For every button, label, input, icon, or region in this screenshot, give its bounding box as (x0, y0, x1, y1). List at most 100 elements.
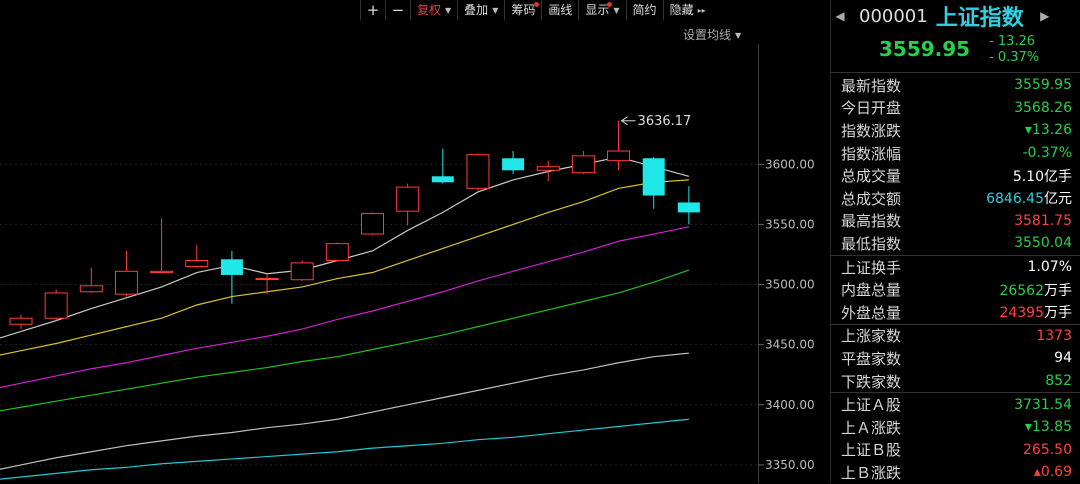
quote-row: 指数涨幅 -0.37% (831, 142, 1080, 165)
candle-body (502, 158, 525, 171)
quote-row-number: 94 (1054, 350, 1072, 367)
quote-row-label: 外盘总量 (841, 303, 902, 322)
quote-row-number: -0.37% (1022, 145, 1072, 162)
quote-row-unit: 亿元 (1044, 191, 1072, 208)
candle-body (466, 154, 490, 189)
chips-button[interactable]: 筹码 (504, 0, 541, 20)
quote-row: 上涨家数 1373 (831, 323, 1080, 348)
overlay-button[interactable]: 叠加 ▼ (457, 0, 504, 20)
quote-row-number: 26562 (999, 282, 1044, 299)
quote-row: 外盘总量 24395万手 (831, 301, 1080, 324)
quote-row: 上证Ｂ股 265.50 (831, 439, 1080, 462)
quote-row: 最低指数 3550.04 (831, 232, 1080, 255)
ma-settings-link[interactable]: 设置均线 ▼ (683, 26, 741, 43)
quote-row-unit: 万手 (1044, 305, 1072, 322)
double-chevron-right-icon: ▸▸ (697, 5, 706, 15)
quote-row: 总成交额 6846.45亿元 (831, 187, 1080, 210)
quote-row-number: 3550.04 (1014, 235, 1072, 252)
quote-row-number: ▴0.69 (1033, 464, 1072, 481)
quote-row-value: 3568.26 (1014, 100, 1072, 116)
quote-row-number: 3559.95 (1014, 77, 1072, 94)
quote-row-label: 上Ａ涨跌 (841, 418, 902, 437)
quote-row-number: 3731.54 (1014, 396, 1072, 413)
chart-toolbar: + − 复权 ▼ 叠加 ▼ 筹码 画线 显示 ▼ 简约 隐藏 ▸▸ (360, 0, 712, 20)
y-tick-label: 3500.00 (765, 278, 815, 292)
quote-row-label: 上证Ａ股 (841, 396, 902, 415)
candle-body (677, 202, 700, 213)
current-price: 3559.95 (879, 37, 971, 61)
y-tick-label: 3450.00 (765, 338, 815, 352)
display-label: 显示 (585, 3, 610, 17)
chips-label: 筹码 (511, 3, 536, 17)
quote-row-value: 5.10亿手 (1013, 166, 1072, 186)
quote-row-number: 3581.75 (1014, 212, 1072, 229)
quote-row-unit: 亿手 (1044, 168, 1072, 185)
next-stock-icon[interactable]: ▶ (1036, 9, 1054, 23)
candle-body (607, 150, 631, 162)
quote-row-label: 上涨家数 (841, 327, 902, 346)
candle-body (220, 259, 243, 275)
quote-row-value: 265.50 (1023, 442, 1072, 458)
quote-row-label: 上证Ｂ股 (841, 441, 902, 460)
stock-code: 000001 (859, 5, 928, 27)
quote-row-number: 265.50 (1023, 441, 1072, 458)
quote-row-unit: 万手 (1044, 282, 1072, 299)
quote-row-label: 总成交量 (841, 167, 902, 186)
stock-name: 上证指数 (935, 6, 1024, 31)
quote-header: ◀ 000001 上证指数 ▶ (831, 0, 1080, 32)
quote-row-value: ▾13.26 (1025, 122, 1072, 138)
quote-row-value: -0.37% (1022, 145, 1072, 161)
quote-row-value: 3731.54 (1014, 397, 1072, 413)
candle-body (642, 158, 665, 196)
candle-body (431, 176, 454, 183)
hide-button[interactable]: 隐藏 ▸▸ (662, 0, 712, 20)
zoom-out-button[interactable]: − (385, 0, 410, 20)
quote-row: 最高指数 3581.75 (831, 210, 1080, 233)
quote-row: 最新指数 3559.95 (831, 74, 1080, 97)
quote-row-value: 94 (1054, 350, 1072, 366)
quote-row-number: 1.07% (1027, 259, 1072, 276)
quote-row: 指数涨跌 ▾13.26 (831, 119, 1080, 142)
candle-body (114, 270, 138, 295)
quote-panel: ◀ 000001 上证指数 ▶ 3559.95 - 13.26 - 0.37% … (830, 0, 1080, 483)
zoom-in-button[interactable]: + (360, 0, 385, 20)
kline-chart[interactable]: 3600.00 3550.00 3500.00 3450.00 3400.00 3350.… (0, 0, 830, 483)
quote-row-label: 总成交额 (841, 189, 902, 208)
moving-average-line (0, 269, 690, 412)
quote-row-value: 3559.95 (1014, 77, 1072, 93)
display-button[interactable]: 显示 ▼ (578, 0, 625, 20)
quote-row: 平盘家数 94 (831, 347, 1080, 370)
moving-average-line (0, 179, 689, 356)
quote-row-label: 指数涨跌 (841, 121, 902, 140)
candle-body (255, 278, 279, 281)
simple-label: 简约 (632, 3, 657, 17)
price-change: - 13.26 (989, 34, 1036, 49)
overlay-label: 叠加 (464, 3, 489, 17)
draw-button[interactable]: 画线 (541, 0, 578, 20)
quote-row-label: 最低指数 (841, 234, 902, 253)
quote-row-number: 3568.26 (1014, 99, 1072, 116)
quote-row-label: 指数涨幅 (841, 144, 902, 163)
quote-row-value: 24395万手 (999, 302, 1072, 322)
candle-body (150, 270, 174, 274)
quote-row-value: 3550.04 (1014, 235, 1072, 251)
quote-row-value: 3581.75 (1014, 213, 1072, 229)
simple-button[interactable]: 简约 (625, 0, 663, 20)
quote-row: 上Ｂ涨跌 ▴0.69 (831, 461, 1080, 484)
quote-row-value: ▾13.85 (1025, 419, 1072, 435)
candle-body (290, 262, 314, 281)
prev-stock-icon[interactable]: ◀ (831, 9, 849, 23)
quote-row-label: 最高指数 (841, 212, 902, 231)
kline-chart-svg[interactable]: 3600.00 3550.00 3500.00 3450.00 3400.00 3350.… (0, 0, 830, 483)
adjust-button[interactable]: 复权 ▼ (410, 0, 457, 20)
quote-row-number: 6846.45 (986, 191, 1044, 208)
candle-body (9, 317, 33, 325)
candle-body (396, 186, 420, 212)
candle-body (325, 243, 349, 261)
candle-body (571, 155, 595, 174)
price-change-percent: - 0.37% (989, 50, 1040, 65)
quote-row-number: 5.10 (1012, 168, 1044, 185)
quote-row-label: 上Ｂ涨跌 (841, 463, 902, 482)
candle-body (79, 285, 103, 293)
quote-row-number: ▾13.85 (1024, 419, 1072, 436)
